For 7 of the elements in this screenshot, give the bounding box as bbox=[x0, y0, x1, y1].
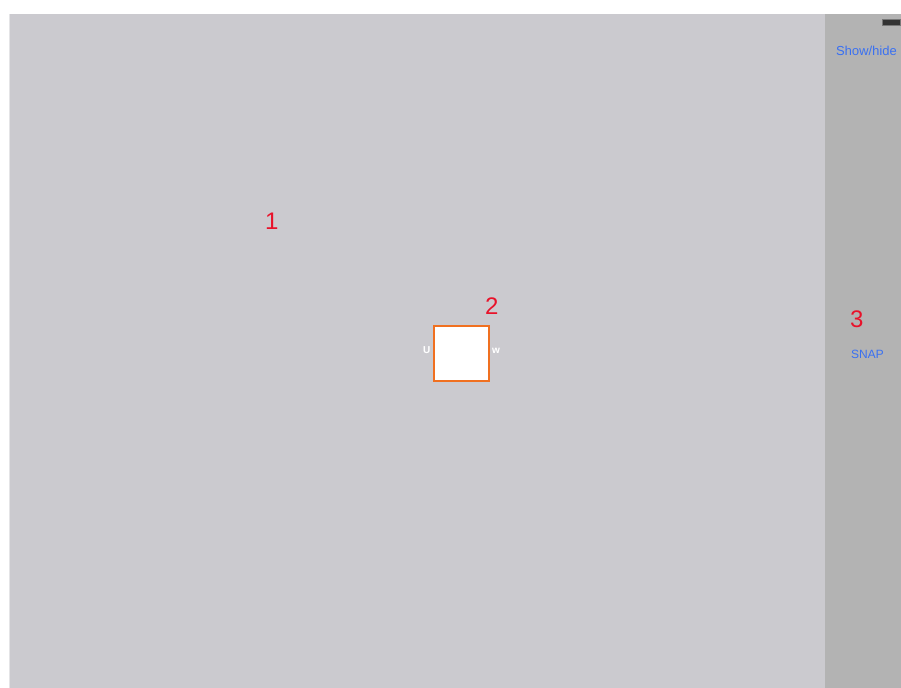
snap-link[interactable]: SNAP bbox=[851, 347, 884, 361]
annotation-number: 1 bbox=[265, 210, 278, 234]
annotation-number: 3 bbox=[850, 308, 864, 332]
annotation-number: 2 bbox=[485, 295, 498, 319]
show-hide-link[interactable]: Show/hide bbox=[836, 43, 897, 58]
view-square[interactable] bbox=[433, 325, 490, 382]
status-bar-indicator bbox=[882, 19, 901, 26]
